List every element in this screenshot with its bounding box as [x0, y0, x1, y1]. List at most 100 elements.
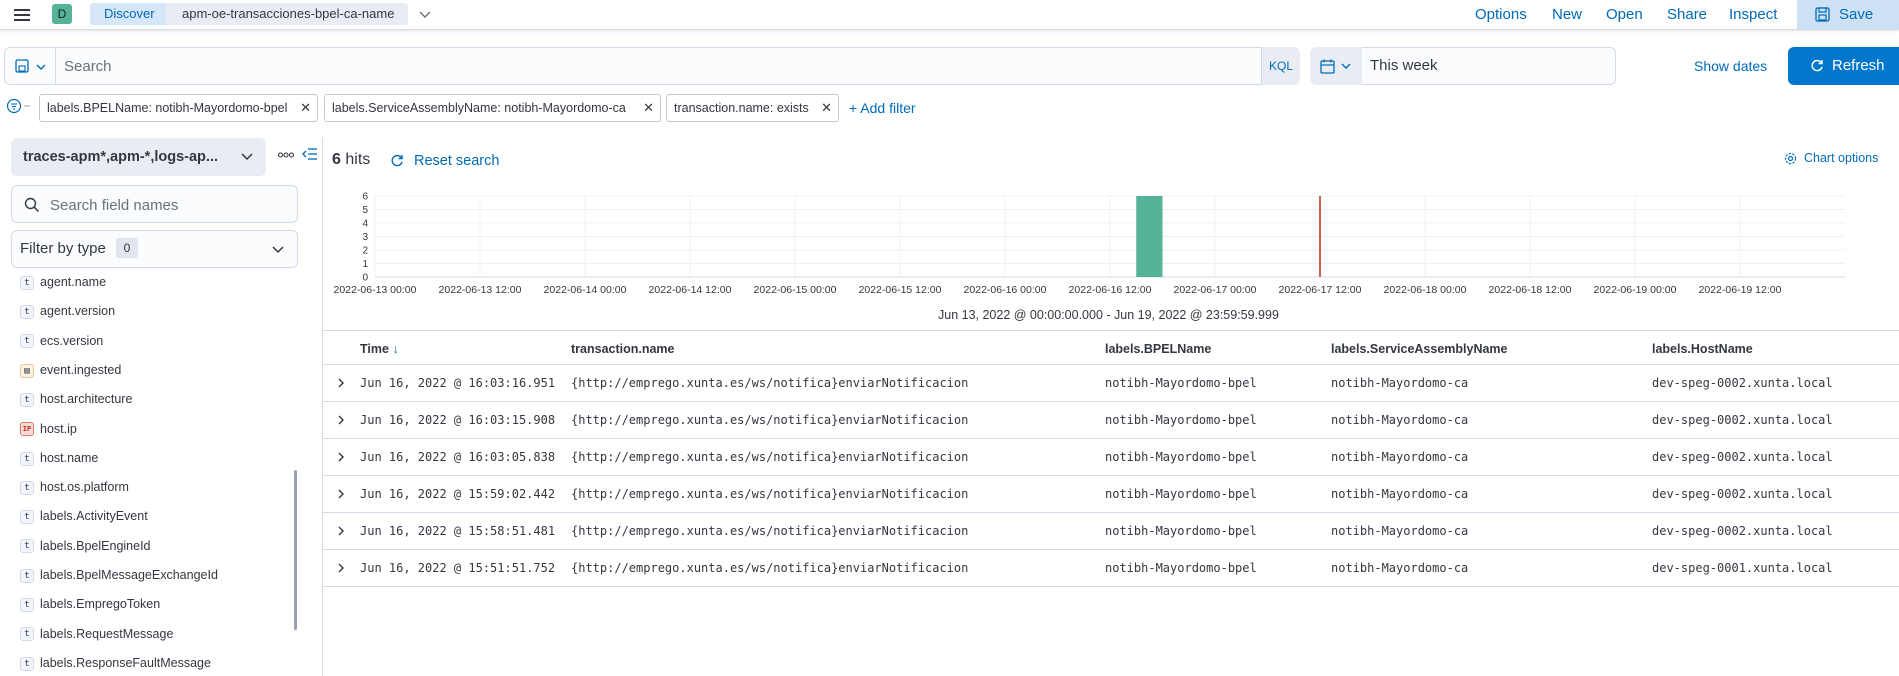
sidebar-field-name: labels.ResponseFaultMessage	[40, 655, 211, 670]
column-header-time[interactable]: Time ↓	[360, 342, 399, 356]
close-icon[interactable]: ✕	[643, 95, 654, 121]
x-tick-label: 2022-06-17 12:00	[1279, 284, 1362, 296]
refresh-icon	[1811, 59, 1823, 72]
saved-query-icon	[15, 59, 29, 73]
saved-query-button[interactable]	[4, 47, 56, 85]
field-search-input[interactable]	[50, 194, 290, 216]
filter-icon[interactable]	[7, 98, 37, 114]
table-cell: notibh-Mayordomo-ca	[1331, 487, 1469, 501]
hits-histogram[interactable]: 0 1 2 3 4 5 6 2022-06-13 00:00 2022-06-13 12:00 2…	[330, 190, 1890, 302]
breadcrumb-discover[interactable]: Discover	[90, 3, 177, 25]
histogram-bar[interactable]	[1136, 196, 1163, 277]
sidebar-field-item[interactable]: t ecs.version	[20, 329, 103, 353]
filter-pill-label: labels.ServiceAssemblyName: notibh-Mayor…	[332, 101, 626, 115]
reset-search-button[interactable]: Reset search	[390, 153, 499, 169]
table-cell: notibh-Mayordomo-bpel	[1105, 376, 1257, 390]
table-cell: dev-speg-0002.xunta.local	[1652, 376, 1833, 390]
sort-arrow-down-icon[interactable]: ↓	[392, 342, 398, 356]
chart-options-button[interactable]: Chart options	[1784, 151, 1878, 165]
filter-pill-bpelname[interactable]: labels.BPELName: notibh-Mayordomo-bpel ✕	[39, 94, 318, 122]
table-row[interactable]: Jun 16, 2022 @ 16:03:16.951 {http://empre…	[323, 365, 1899, 402]
chevron-right-icon[interactable]	[335, 525, 347, 537]
index-pattern-label: traces-apm*,apm-*,logs-ap...	[23, 149, 218, 165]
string-field-icon: t	[20, 598, 34, 612]
x-tick-label: 2022-06-19 12:00	[1699, 284, 1782, 296]
sidebar-field-item[interactable]: t labels.RequestMessage	[20, 622, 173, 646]
save-button[interactable]: Save	[1797, 0, 1899, 29]
open-link[interactable]: Open	[1606, 6, 1643, 23]
gear-icon	[1784, 152, 1797, 165]
chevron-right-icon[interactable]	[335, 562, 347, 574]
column-header-transaction-name[interactable]: transaction.name	[571, 342, 675, 356]
kql-language-toggle[interactable]: KQL	[1262, 47, 1300, 85]
refresh-button[interactable]: Refresh	[1788, 47, 1899, 85]
y-tick-label: 4	[362, 219, 368, 230]
table-cell: {http://emprego.xunta.es/ws/notifica}env…	[571, 376, 969, 390]
table-cell: notibh-Mayordomo-bpel	[1105, 524, 1257, 538]
column-header-bpelname[interactable]: labels.BPELName	[1105, 342, 1211, 356]
chevron-right-icon[interactable]	[335, 414, 347, 426]
sidebar-field-item[interactable]: t host.name	[20, 446, 98, 470]
y-tick-label: 2	[362, 246, 368, 257]
table-row[interactable]: Jun 16, 2022 @ 15:51:51.752 {http://empre…	[323, 550, 1899, 587]
add-filter-button[interactable]: + Add filter	[849, 100, 916, 116]
share-link[interactable]: Share	[1667, 6, 1707, 23]
hits-label: hits	[345, 151, 371, 168]
menu-icon[interactable]	[12, 6, 32, 24]
date-field-icon: ▤	[20, 363, 34, 378]
table-row[interactable]: Jun 16, 2022 @ 16:03:05.838 {http://empre…	[323, 439, 1899, 476]
sidebar-field-item[interactable]: t labels.EmpregoToken	[20, 592, 160, 616]
sidebar-field-item[interactable]: t host.os.platform	[20, 475, 129, 499]
date-range-value[interactable]: This week	[1370, 57, 1438, 74]
sidebar-field-item[interactable]: t host.architecture	[20, 387, 132, 411]
options-link[interactable]: Options	[1475, 6, 1527, 23]
close-icon[interactable]: ✕	[821, 95, 832, 121]
filter-pill-transaction[interactable]: transaction.name: exists ✕	[666, 94, 839, 122]
table-cell: notibh-Mayordomo-bpel	[1105, 450, 1257, 464]
chevron-right-icon[interactable]	[335, 451, 347, 463]
sidebar-field-item[interactable]: t labels.BpelMessageExchangeId	[20, 563, 218, 587]
chevron-right-icon[interactable]	[335, 377, 347, 389]
space-avatar[interactable]: D	[52, 4, 72, 24]
y-tick-label: 3	[362, 232, 368, 243]
chevron-right-icon[interactable]	[335, 488, 347, 500]
table-cell: dev-speg-0001.xunta.local	[1652, 561, 1833, 575]
new-link[interactable]: New	[1552, 6, 1582, 23]
table-cell: dev-speg-0002.xunta.local	[1652, 524, 1833, 538]
table-cell: notibh-Mayordomo-bpel	[1105, 413, 1257, 427]
chevron-down-icon	[241, 153, 253, 161]
collapse-sidebar-icon[interactable]	[302, 146, 318, 162]
inspect-link[interactable]: Inspect	[1729, 6, 1777, 23]
string-field-icon: t	[20, 568, 34, 583]
sidebar-field-item[interactable]: t agent.version	[20, 299, 115, 323]
column-header-serviceassemblyname[interactable]: labels.ServiceAssemblyName	[1331, 342, 1508, 356]
filter-by-type-button[interactable]: Filter by type	[11, 230, 298, 268]
table-row[interactable]: Jun 16, 2022 @ 15:59:02.442 {http://empre…	[323, 476, 1899, 513]
field-search-box[interactable]	[11, 185, 298, 223]
index-pattern-selector[interactable]: traces-apm*,apm-*,logs-ap...	[11, 138, 266, 176]
table-cell: {http://emprego.xunta.es/ws/notifica}env…	[571, 450, 969, 464]
table-row[interactable]: Jun 16, 2022 @ 16:03:15.908 {http://empre…	[323, 402, 1899, 439]
table-row[interactable]: Jun 16, 2022 @ 15:58:51.481 {http://empre…	[323, 513, 1899, 550]
sidebar-field-item[interactable]: t labels.ResponseFaultMessage	[20, 651, 211, 675]
sidebar-field-item[interactable]: t labels.BpelEngineId	[20, 534, 151, 558]
sidebar-field-item[interactable]: ▤ event.ingested	[20, 358, 121, 382]
table-cell: {http://emprego.xunta.es/ws/notifica}env…	[571, 413, 969, 427]
column-header-hostname[interactable]: labels.HostName	[1652, 342, 1753, 356]
sidebar-field-item[interactable]: t agent.name	[20, 270, 106, 294]
search-input[interactable]	[56, 47, 1262, 85]
close-icon[interactable]: ✕	[300, 95, 311, 121]
search-icon	[24, 197, 40, 213]
y-tick-label: 1	[362, 259, 368, 270]
string-field-icon: t	[20, 392, 34, 407]
quick-date-picker-button[interactable]	[1310, 47, 1362, 85]
show-dates-link[interactable]: Show dates	[1694, 58, 1767, 74]
sidebar-field-item[interactable]: IP host.ip	[20, 417, 77, 441]
filter-pill-serviceassembly[interactable]: labels.ServiceAssemblyName: notibh-Mayor…	[324, 94, 661, 122]
sidebar-field-name: host.os.platform	[40, 480, 129, 495]
chevron-down-icon[interactable]	[418, 7, 432, 21]
more-options-icon[interactable]	[278, 152, 294, 158]
sidebar-scrollbar[interactable]	[294, 470, 297, 630]
sidebar-field-item[interactable]: t labels.ActivityEvent	[20, 504, 148, 528]
table-cell: {http://emprego.xunta.es/ws/notifica}env…	[571, 561, 969, 575]
